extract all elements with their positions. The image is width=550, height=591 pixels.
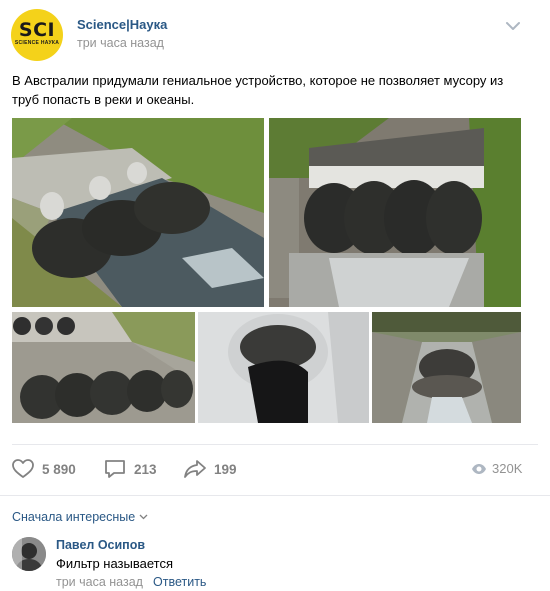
- share-count: 199: [214, 461, 237, 477]
- comment-timestamp[interactable]: три часа назад: [56, 575, 143, 589]
- group-name-link[interactable]: Science|Наука: [77, 17, 167, 32]
- post-photo[interactable]: [12, 312, 195, 423]
- reply-button[interactable]: Ответить: [153, 575, 206, 589]
- comment-author-link[interactable]: Павел Осипов: [56, 538, 145, 552]
- post-card: SCI SCIENCE НАУКА Science|Наука три часа…: [0, 0, 550, 591]
- heart-icon: [12, 459, 34, 478]
- comment-text: Фильтр называется: [56, 556, 173, 571]
- post-photo[interactable]: [269, 118, 521, 307]
- share-button[interactable]: 199: [183, 456, 237, 482]
- post-timestamp[interactable]: три часа назад: [77, 36, 164, 50]
- share-icon: [184, 460, 206, 478]
- comments-sort-label: Сначала интересные: [12, 510, 136, 524]
- comment-icon: [105, 460, 125, 478]
- comment-author-avatar[interactable]: [12, 537, 46, 571]
- chevron-down-icon[interactable]: [505, 20, 521, 32]
- comments-sort-dropdown[interactable]: Сначала интересные: [12, 510, 148, 524]
- post-text: В Австралии придумали гениальное устройс…: [12, 73, 504, 107]
- views-counter: 320K: [471, 461, 522, 476]
- group-avatar[interactable]: SCI SCIENCE НАУКА: [11, 9, 63, 61]
- post-photo[interactable]: [372, 312, 521, 423]
- eye-icon: [472, 463, 486, 474]
- divider: [12, 444, 538, 445]
- like-count: 5 890: [42, 461, 76, 477]
- comment-button[interactable]: 213: [103, 456, 157, 482]
- post-photo[interactable]: [198, 312, 369, 423]
- comment-count: 213: [134, 461, 157, 477]
- like-button[interactable]: 5 890: [11, 456, 76, 482]
- views-count: 320K: [492, 461, 523, 476]
- avatar-logo-subtext: SCIENCE НАУКА: [14, 40, 60, 46]
- divider: [0, 495, 550, 496]
- chevron-down-icon: [139, 514, 148, 520]
- avatar-logo-text: SCI: [18, 19, 56, 41]
- post-photo[interactable]: [12, 118, 264, 307]
